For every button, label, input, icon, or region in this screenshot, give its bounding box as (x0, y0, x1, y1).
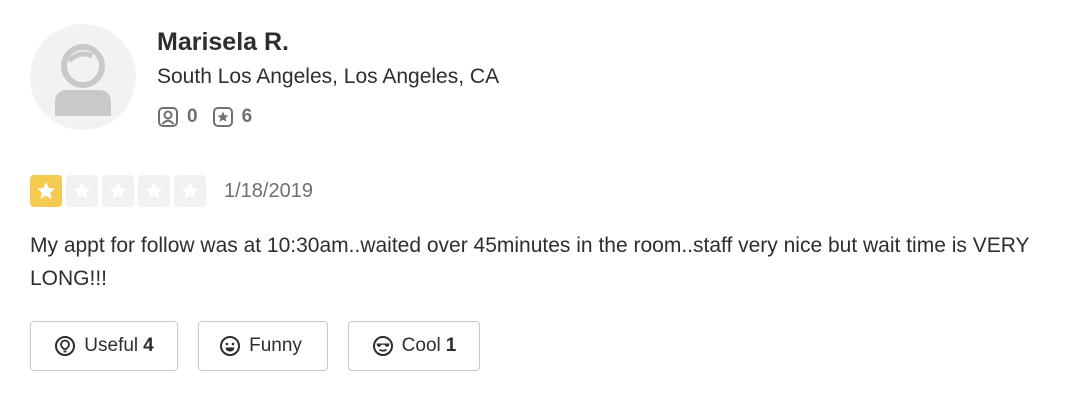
star-icon (73, 182, 91, 199)
star-rating (30, 175, 210, 207)
friends-count: 0 (187, 106, 198, 127)
user-location: South Los Angeles, Los Angeles, CA (157, 65, 500, 88)
star-icon (109, 182, 127, 199)
review-date: 1/18/2019 (224, 180, 313, 202)
user-avatar[interactable] (30, 24, 136, 130)
star-empty (66, 175, 98, 207)
star-empty (174, 175, 206, 207)
star-filled (30, 175, 62, 207)
star-icon (181, 182, 199, 199)
cool-label: Cool (401, 335, 441, 356)
friends-stat: 0 (157, 106, 198, 128)
review-star-icon (212, 107, 233, 127)
funny-button[interactable]: Funny (198, 321, 328, 371)
star-empty (102, 175, 134, 207)
reviews-stat: 6 (212, 106, 253, 128)
smile-icon (220, 336, 241, 356)
review-actions: Useful 4 Funny Cool 1 (30, 321, 500, 371)
user-stats: 0 6 (157, 105, 266, 129)
star-empty (138, 175, 170, 207)
sunglasses-icon (372, 336, 393, 356)
star-icon (145, 182, 163, 199)
default-user-avatar-icon (30, 24, 136, 130)
rating-row: 1/18/2019 (30, 174, 313, 208)
useful-label: Useful (84, 335, 139, 356)
reviews-count: 6 (241, 106, 253, 127)
useful-count: 4 (143, 335, 154, 356)
cool-count: 1 (445, 335, 457, 356)
user-name[interactable]: Marisela R. (157, 27, 289, 57)
cool-button[interactable]: Cool 1 (348, 321, 480, 371)
useful-button[interactable]: Useful 4 (30, 321, 178, 371)
lightbulb-icon (55, 336, 76, 356)
review-text: My appt for follow was at 10:30am..waite… (30, 234, 1030, 290)
star-icon (37, 182, 55, 199)
funny-label: Funny (249, 335, 302, 356)
review-card: Marisela R. South Los Angeles, Los Angel… (0, 0, 1073, 402)
friends-icon (158, 107, 178, 127)
